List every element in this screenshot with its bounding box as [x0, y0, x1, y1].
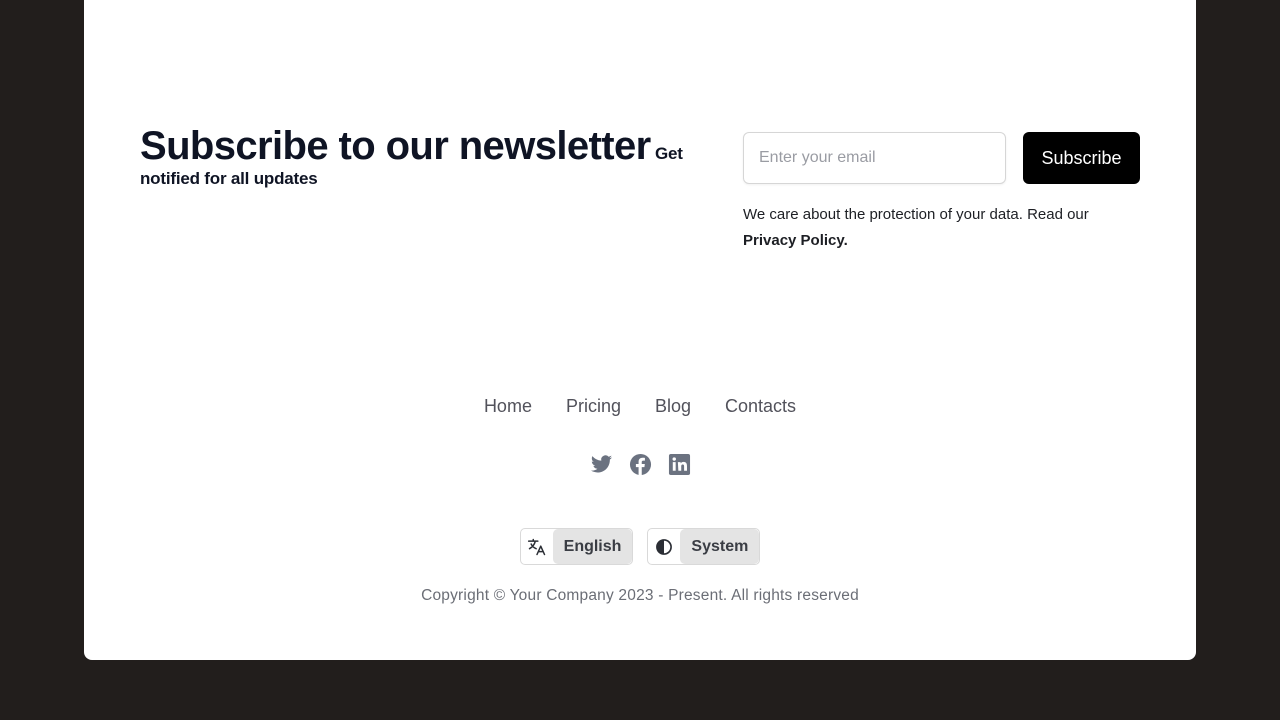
privacy-notice: We care about the protection of your dat…: [743, 202, 1143, 254]
footer-nav: Home Pricing Blog Contacts: [84, 394, 1196, 418]
twitter-icon[interactable]: [590, 453, 613, 476]
nav-link-pricing[interactable]: Pricing: [566, 394, 621, 418]
language-label: English: [552, 529, 633, 564]
theme-selector[interactable]: System: [647, 528, 761, 565]
privacy-text: We care about the protection of your dat…: [743, 206, 1089, 223]
linkedin-icon[interactable]: [668, 453, 691, 476]
newsletter-heading: Subscribe to our newsletter Get notified…: [140, 124, 710, 190]
social-links: [84, 453, 1196, 476]
theme-label: System: [680, 529, 760, 564]
contrast-icon: [648, 529, 680, 564]
nav-link-blog[interactable]: Blog: [655, 394, 691, 418]
translate-icon: [521, 529, 553, 564]
language-selector[interactable]: English: [519, 528, 634, 565]
copyright-text: Copyright © Your Company 2023 - Present.…: [421, 587, 859, 604]
footer-card: Subscribe to our newsletter Get notified…: [84, 0, 1196, 660]
subscribe-button[interactable]: Subscribe: [1023, 132, 1140, 184]
nav-link-home[interactable]: Home: [484, 394, 532, 418]
newsletter-title: Subscribe to our newsletter: [140, 124, 651, 168]
preferences: English System: [84, 528, 1196, 565]
nav-link-contacts[interactable]: Contacts: [725, 394, 796, 418]
privacy-policy-link[interactable]: Privacy Policy.: [743, 228, 1143, 254]
facebook-icon[interactable]: [629, 453, 652, 476]
email-input[interactable]: [743, 132, 1006, 184]
